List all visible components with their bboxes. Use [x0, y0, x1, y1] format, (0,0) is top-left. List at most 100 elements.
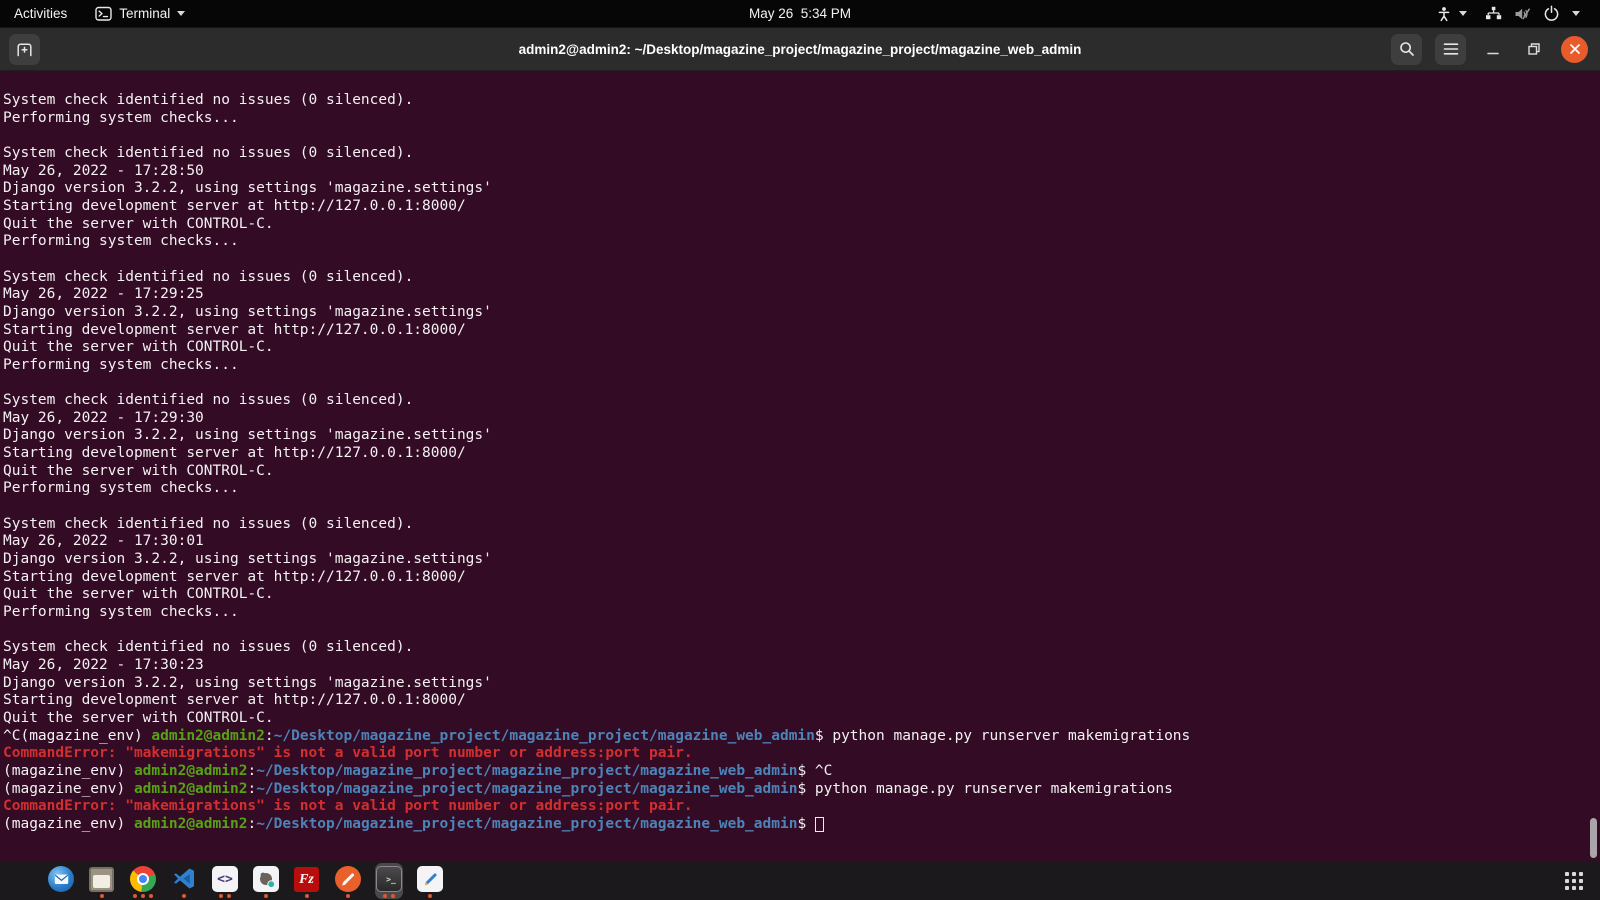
terminal-line: Quit the server with CONTROL-C.: [3, 586, 1600, 604]
running-indicator-dot: [182, 894, 186, 898]
terminal-text: Django version 3.2.2, using settings 'ma…: [3, 551, 492, 567]
dock-files[interactable]: [88, 863, 116, 899]
filezilla-icon: Fz: [294, 867, 319, 892]
terminal-text: Performing system checks...: [3, 357, 239, 373]
terminal-line: (magazine_env) admin2@admin2:~/Desktop/m…: [3, 781, 1600, 799]
terminal-text: Performing system checks...: [3, 110, 239, 126]
terminal-line: May 26, 2022 - 17:30:23: [3, 657, 1600, 675]
terminal-text: :: [265, 728, 274, 744]
top-bar: Activities Terminal May 26 5:34 PM: [0, 0, 1600, 27]
running-indicator-dot: [428, 894, 432, 898]
terminal-line: Performing system checks...: [3, 110, 1600, 128]
menu-icon[interactable]: [1435, 34, 1466, 65]
terminal-text: Django version 3.2.2, using settings 'ma…: [3, 675, 492, 691]
running-indicator-dot: [133, 894, 137, 898]
terminal-text: CommandError: "makemigrations" is not a …: [3, 745, 693, 761]
terminal-line: ^C(magazine_env) admin2@admin2:~/Desktop…: [3, 728, 1600, 746]
terminal-scrollback: System check identified no issues (0 sil…: [3, 92, 1600, 834]
terminal-app-icon: [95, 6, 112, 22]
terminal-line: Quit the server with CONTROL-C.: [3, 216, 1600, 234]
terminal-text: Quit the server with CONTROL-C.: [3, 339, 274, 355]
dock-vscode[interactable]: [170, 863, 198, 899]
terminal-line: System check identified no issues (0 sil…: [3, 639, 1600, 657]
terminal-line: (magazine_env) admin2@admin2:~/Desktop/m…: [3, 763, 1600, 781]
dock-filezilla[interactable]: Fz: [293, 863, 321, 899]
close-button[interactable]: [1561, 36, 1588, 63]
terminal-line: Starting development server at http://12…: [3, 569, 1600, 587]
minimize-button[interactable]: [1479, 35, 1507, 63]
terminal-line: May 26, 2022 - 17:29:30: [3, 410, 1600, 428]
clock-button[interactable]: May 26 5:34 PM: [735, 0, 865, 27]
terminal-text: ^C(magazine_env): [3, 728, 151, 744]
accessibility-menu-button[interactable]: [1428, 0, 1475, 27]
terminal-line: CommandError: "makemigrations" is not a …: [3, 745, 1600, 763]
terminal-text: ~/Desktop/magazine_project/magazine_proj…: [274, 728, 815, 744]
top-bar-center: May 26 5:34 PM: [735, 0, 865, 27]
terminal-line: Performing system checks...: [3, 357, 1600, 375]
dock-chrome[interactable]: [129, 863, 157, 899]
terminal-line: [3, 498, 1600, 516]
terminal-text: :: [247, 763, 256, 779]
terminal-line: Django version 3.2.2, using settings 'ma…: [3, 551, 1600, 569]
terminal-text: System check identified no issues (0 sil…: [3, 516, 413, 532]
network-icon: [1485, 6, 1502, 21]
running-indicator-dot: [305, 894, 309, 898]
terminal-line: Quit the server with CONTROL-C.: [3, 339, 1600, 357]
desktop: Activities Terminal May 26 5:34 PM: [0, 0, 1600, 900]
terminal-text: ~/Desktop/magazine_project/magazine_proj…: [256, 781, 797, 797]
dock-thunderbird[interactable]: [47, 863, 75, 899]
terminal-line: System check identified no issues (0 sil…: [3, 269, 1600, 287]
running-indicator-dot: [264, 894, 268, 898]
terminal-line: [3, 127, 1600, 145]
terminal-line: Django version 3.2.2, using settings 'ma…: [3, 304, 1600, 322]
terminal-text: $ ^C: [797, 763, 832, 779]
terminal-text: Starting development server at http://12…: [3, 322, 466, 338]
window-controls: [1391, 28, 1588, 70]
chrome-icon: [130, 866, 156, 892]
app-menu-terminal[interactable]: Terminal: [81, 0, 199, 27]
terminal-text: May 26, 2022 - 17:29:30: [3, 410, 204, 426]
code-glyph: <>: [217, 872, 233, 887]
thunderbird-icon: [48, 866, 74, 892]
drawing-app-icon: [417, 866, 443, 892]
terminal-text: $: [797, 816, 814, 832]
terminal-text: Performing system checks...: [3, 233, 239, 249]
terminal-output[interactable]: System check identified no issues (0 sil…: [0, 71, 1600, 862]
terminal-text: :: [247, 816, 256, 832]
dock-code-editor[interactable]: <>: [211, 863, 239, 899]
terminal-text: Quit the server with CONTROL-C.: [3, 586, 274, 602]
terminal-line: Quit the server with CONTROL-C.: [3, 710, 1600, 728]
vscode-icon: [171, 866, 197, 892]
terminal-text: Quit the server with CONTROL-C.: [3, 216, 274, 232]
terminal-line: Django version 3.2.2, using settings 'ma…: [3, 427, 1600, 445]
terminal-text: May 26, 2022 - 17:30:01: [3, 533, 204, 549]
dock-text-editor[interactable]: [334, 863, 362, 899]
terminal-title-bar[interactable]: admin2@admin2: ~/Desktop/magazine_projec…: [0, 27, 1600, 71]
terminal-scrollbar[interactable]: [1590, 818, 1597, 858]
terminal-text: System check identified no issues (0 sil…: [3, 269, 413, 285]
window-title: admin2@admin2: ~/Desktop/magazine_projec…: [519, 42, 1082, 57]
terminal-line: System check identified no issues (0 sil…: [3, 516, 1600, 534]
terminal-line: Quit the server with CONTROL-C.: [3, 463, 1600, 481]
restore-button[interactable]: [1520, 35, 1548, 63]
activities-button[interactable]: Activities: [0, 0, 81, 27]
terminal-text: May 26, 2022 - 17:29:25: [3, 286, 204, 302]
chevron-down-icon: [177, 11, 185, 16]
system-status-area[interactable]: [1475, 0, 1590, 27]
terminal-line: System check identified no issues (0 sil…: [3, 145, 1600, 163]
dock-drawing-app[interactable]: [416, 863, 444, 899]
dock-terminal[interactable]: >_: [375, 863, 403, 899]
dock-firefox[interactable]: [6, 863, 34, 899]
running-indicator-dot: [100, 894, 104, 898]
search-button[interactable]: [1391, 34, 1422, 65]
terminal-line: CommandError: "makemigrations" is not a …: [3, 798, 1600, 816]
terminal-text: Django version 3.2.2, using settings 'ma…: [3, 427, 492, 443]
terminal-text: admin2@admin2: [134, 763, 248, 779]
dock-dbeaver[interactable]: [252, 863, 280, 899]
terminal-text: System check identified no issues (0 sil…: [3, 639, 413, 655]
new-tab-button[interactable]: [9, 34, 40, 65]
show-applications-button[interactable]: [1559, 866, 1589, 896]
terminal-line: Performing system checks...: [3, 604, 1600, 622]
power-icon: [1543, 5, 1560, 22]
terminal-line: Starting development server at http://12…: [3, 322, 1600, 340]
